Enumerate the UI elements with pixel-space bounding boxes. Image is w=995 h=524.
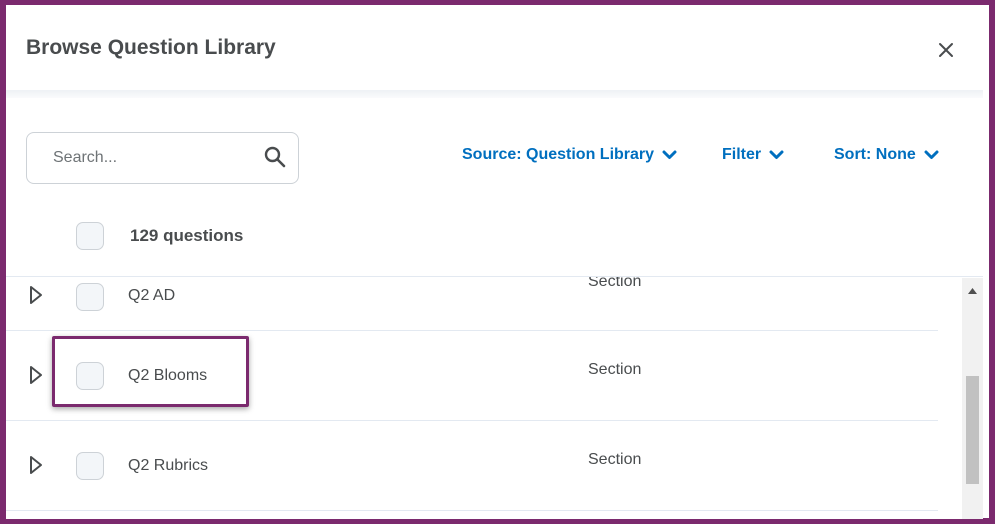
expand-row-button[interactable] — [26, 455, 46, 477]
sort-dropdown[interactable]: Sort: None — [834, 146, 939, 164]
search-box — [26, 132, 299, 184]
question-title[interactable]: Q2 Blooms — [128, 367, 207, 385]
list-scrollbar[interactable] — [962, 278, 983, 519]
question-list: Q2 AD Section Q2 Blooms Section Q2 Rubri… — [6, 276, 983, 519]
chevron-down-icon — [662, 150, 677, 159]
triangle-up-icon — [968, 287, 977, 294]
question-title[interactable]: Q2 Rubrics — [128, 457, 208, 475]
expand-row-button[interactable] — [26, 365, 46, 387]
chevron-down-icon — [769, 150, 784, 159]
search-icon — [264, 146, 286, 168]
row-checkbox[interactable] — [76, 452, 104, 480]
search-button[interactable] — [262, 145, 288, 171]
question-title[interactable]: Q2 AD — [128, 287, 175, 305]
question-type: Section — [588, 276, 642, 290]
select-all-checkbox[interactable] — [76, 222, 104, 250]
question-type: Section — [588, 361, 642, 378]
dialog-title: Browse Question Library — [26, 36, 276, 59]
search-input[interactable] — [28, 134, 253, 182]
sort-dropdown-label: Sort: None — [834, 146, 916, 163]
caret-right-icon — [30, 286, 42, 304]
toolbar: Source: Question Library Filter Sort: No… — [6, 98, 983, 276]
source-dropdown[interactable]: Source: Question Library — [462, 146, 677, 164]
row-checkbox[interactable] — [76, 283, 104, 311]
close-icon — [939, 42, 953, 57]
caret-right-icon — [30, 456, 42, 474]
scroll-up-button[interactable] — [962, 278, 983, 300]
header-separator — [6, 90, 983, 98]
chevron-down-icon — [924, 150, 939, 159]
question-type: Section — [588, 451, 642, 468]
list-item: Q2 Rubrics Section — [6, 421, 938, 511]
row-checkbox[interactable] — [76, 362, 104, 390]
filter-dropdown-label: Filter — [722, 146, 762, 163]
expand-row-button[interactable] — [26, 285, 46, 307]
caret-right-icon — [30, 366, 42, 384]
source-dropdown-label: Source: Question Library — [462, 146, 655, 163]
close-button[interactable] — [931, 36, 961, 66]
list-item: Q2 AD Section — [6, 276, 938, 331]
question-count: 129 questions — [130, 226, 244, 245]
filter-dropdown[interactable]: Filter — [722, 146, 784, 164]
scrollbar-thumb[interactable] — [966, 376, 979, 484]
dialog-header: Browse Question Library — [6, 6, 983, 90]
select-all-row: 129 questions — [76, 221, 243, 251]
list-item: Q2 Blooms Section — [6, 331, 938, 421]
